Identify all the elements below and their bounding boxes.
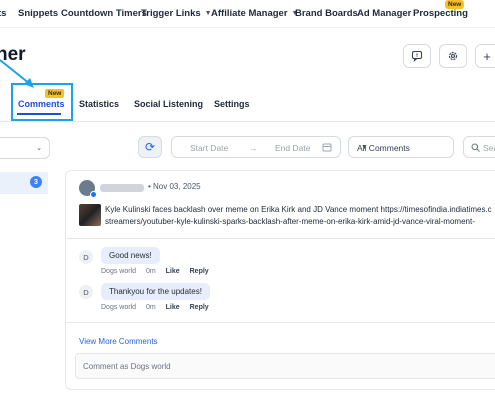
end-date-field[interactable]: End Date xyxy=(275,143,310,153)
comment-author: Dogs world xyxy=(101,304,137,311)
reply-button[interactable]: Reply xyxy=(190,268,209,275)
count-badge: 3 xyxy=(30,176,42,188)
post-divider xyxy=(65,238,495,239)
search-icon xyxy=(471,143,480,152)
comment-filter-select[interactable]: All Comments ▼ xyxy=(348,136,454,158)
comment-input[interactable]: Comment as Dogs world xyxy=(75,353,495,379)
calendar-icon xyxy=(322,143,332,152)
post-text-line: Kyle Kulinski faces backlash over meme o… xyxy=(105,205,492,214)
view-more-comments-link[interactable]: View More Comments xyxy=(79,337,158,346)
like-button[interactable]: Like xyxy=(166,268,180,275)
account-select[interactable]: ⌄ xyxy=(0,137,50,159)
like-button[interactable]: Like xyxy=(166,304,180,311)
comment-meta: Dogs world 0m Like Reply xyxy=(101,304,209,311)
search-input[interactable]: Sea xyxy=(463,136,495,158)
date-range-picker[interactable]: Start Date → End Date xyxy=(171,136,341,158)
comment-meta: Dogs world 0m Like Reply xyxy=(101,268,209,275)
post-text-line: streamers/youtuber-kyle-kulinski-sparks-… xyxy=(105,217,475,226)
arrow-right-icon: → xyxy=(249,143,258,153)
comment-input-placeholder: Comment as Dogs world xyxy=(83,362,171,371)
comment-avatar: D xyxy=(79,285,93,299)
search-placeholder: Sea xyxy=(483,143,495,153)
comment-bubble: Thankyou for the updates! xyxy=(101,283,210,300)
facebook-icon xyxy=(90,191,97,198)
chevron-down-icon: ▼ xyxy=(361,144,368,151)
reply-button[interactable]: Reply xyxy=(190,304,209,311)
start-date-field[interactable]: Start Date xyxy=(190,143,228,153)
comment-time: 0m xyxy=(145,304,156,311)
comment-avatar: D xyxy=(79,250,93,264)
comment-bubble: Good news! xyxy=(101,247,160,264)
post-thumbnail[interactable] xyxy=(79,204,101,226)
comment-time: 0m xyxy=(145,268,156,275)
post-date: • Nov 03, 2025 xyxy=(148,182,201,191)
refresh-button[interactable]: ⟳ xyxy=(138,136,162,158)
post-text: Kyle Kulinski faces backlash over meme o… xyxy=(105,204,495,228)
comment-author: Dogs world xyxy=(101,268,137,275)
post-date-text: Nov 03, 2025 xyxy=(153,182,201,191)
comments-divider xyxy=(65,322,495,323)
chevron-down-icon: ⌄ xyxy=(36,145,42,152)
refresh-icon: ⟳ xyxy=(144,140,156,154)
post-author-name-redacted xyxy=(100,184,144,192)
